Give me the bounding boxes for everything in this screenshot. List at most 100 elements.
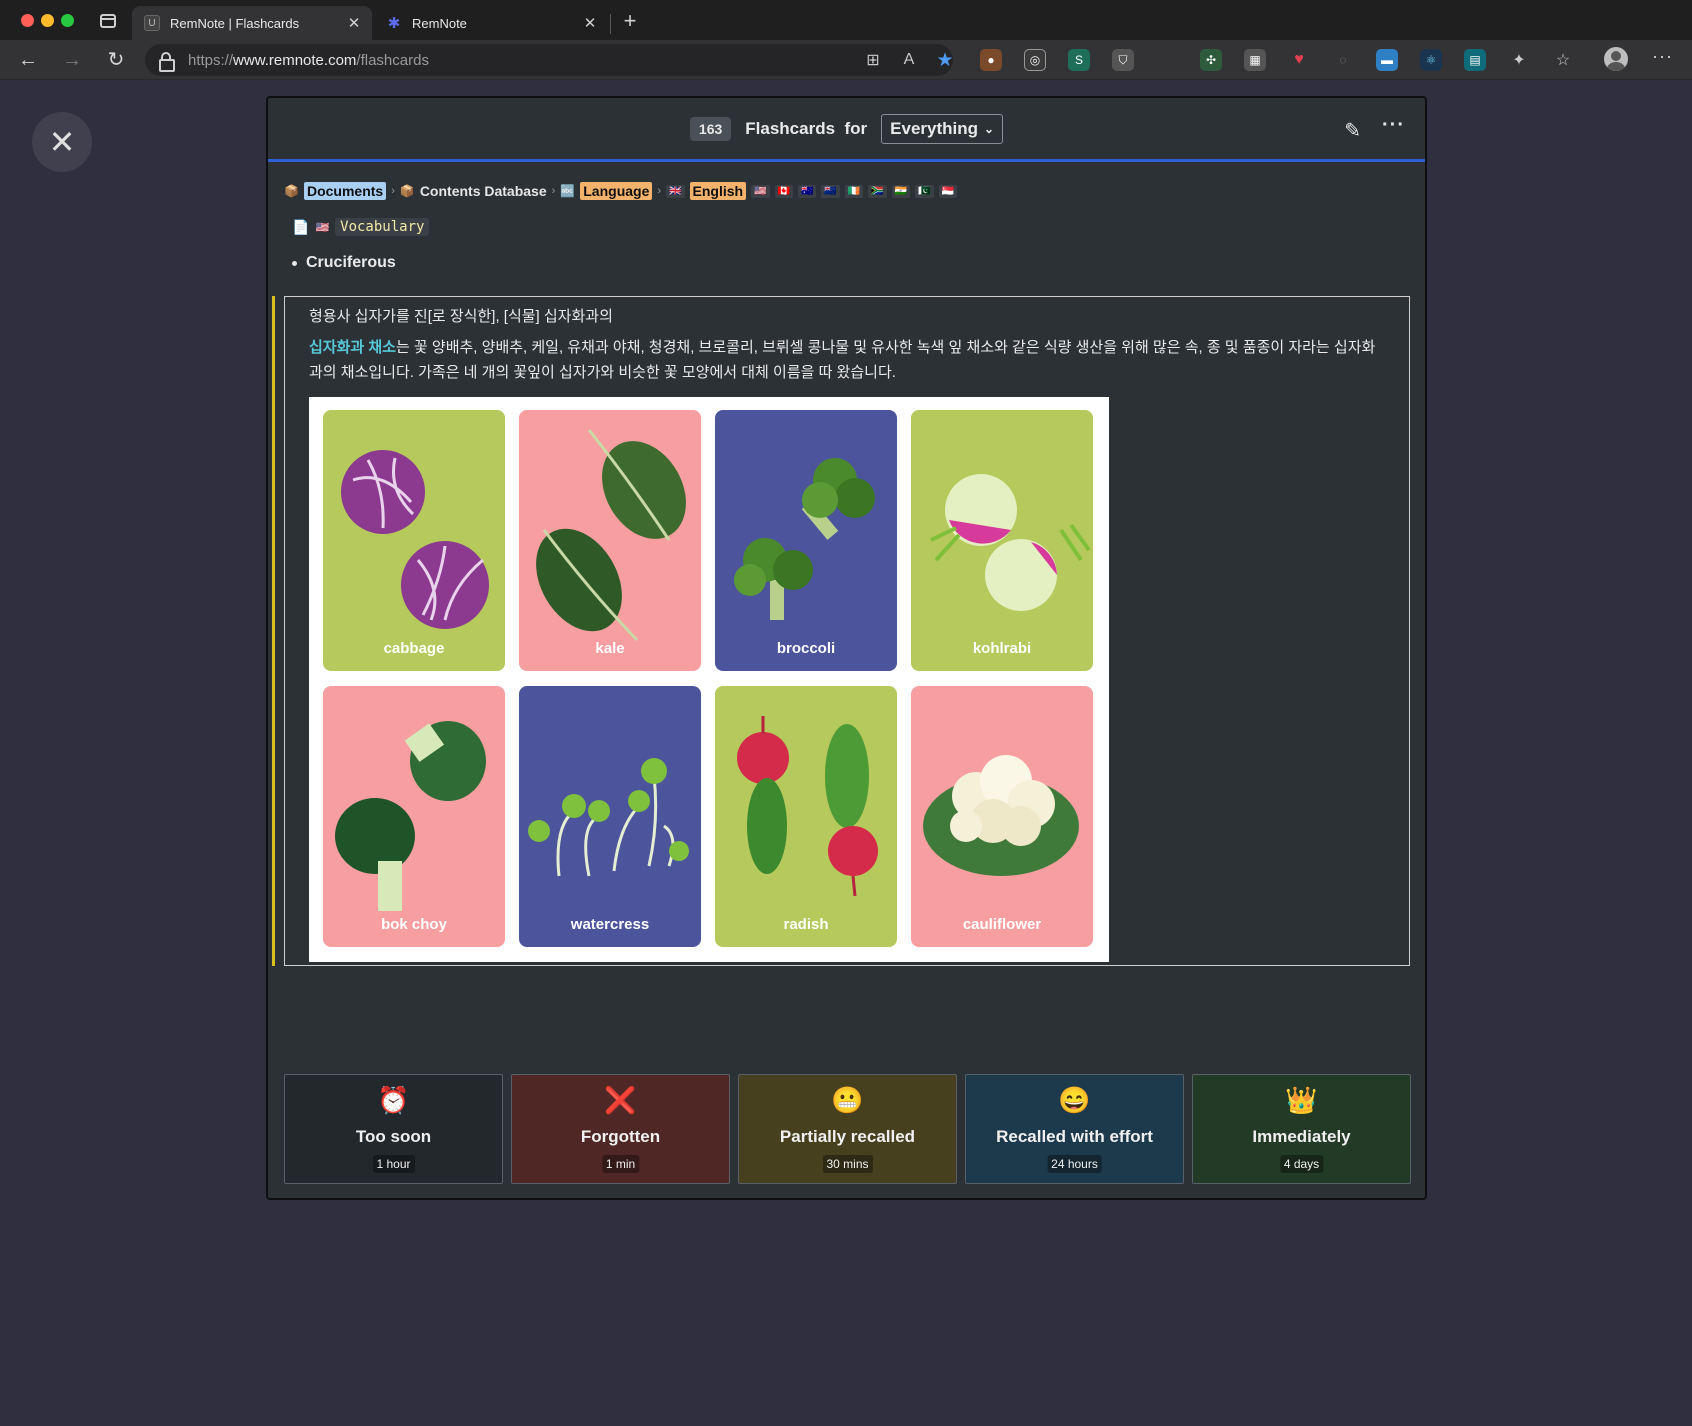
grade-interval: 4 days [1279,1155,1324,1173]
smiling-face-icon: 😄 [1058,1085,1091,1115]
extension-icon[interactable]: ▦ [1244,49,1266,71]
flag-icon[interactable]: 🇿🇦 [868,184,887,198]
flag-icon[interactable]: 🇳🇿 [821,184,840,198]
shield-icon[interactable]: ⛉ [1112,49,1134,71]
back-arrow-icon[interactable]: ← [14,46,42,74]
flag-icon[interactable]: 🇸🇬 [938,184,958,198]
reload-icon[interactable]: ↻ [102,46,130,74]
tab-actions-icon[interactable] [100,14,116,28]
kale-illustration [536,429,686,642]
grade-too-soon-button[interactable]: ⏰ Too soon 1 hour [284,1074,503,1184]
vegetable-label: broccoli [776,640,836,657]
breadcrumb-english[interactable]: English [689,182,747,200]
card-front: Cruciferous [292,254,396,272]
vegetable-label: radish [783,916,829,933]
close-tab-icon[interactable]: ✕ [578,14,602,32]
vegetable-label: kohlrabi [972,640,1032,657]
document-name: Vocabulary [335,218,430,236]
grade-label: Recalled with effort [996,1127,1153,1146]
modal-header: 163 Flashcards for Everything ⌄ ✎ ··· [268,98,1425,162]
browser-titlebar: U RemNote | Flashcards ✕ ✱ RemNote ✕ + [0,0,1692,40]
vegetable-label: cauliflower [962,916,1042,933]
cauliflower-illustration [923,755,1079,876]
grade-interval: 1 min [601,1155,640,1173]
forward-arrow-icon[interactable]: → [58,46,86,74]
extension-icon[interactable]: ✣ [1200,49,1222,71]
cross-mark-icon: ❌ [604,1085,637,1115]
window-zoom-button[interactable] [61,14,74,27]
breadcrumb-contents-database[interactable]: Contents Database [420,183,547,199]
more-options-icon[interactable]: ··· [1382,114,1405,137]
card-answer: 형용사 십자가를 진[로 장식한], [식물] 십자화과의 십자화과 채소는 꽃… [284,296,1410,966]
extension-icon[interactable]: ▬ [1376,49,1398,71]
browser-toolbar: ← → ↻ https://www.remnote.com/flashcards… [0,40,1692,80]
scope-value: Everything [890,118,979,138]
box-icon: 📦 [399,184,415,198]
vegetable-card: bok choy [323,686,505,947]
crown-icon: 👑 [1285,1085,1318,1115]
flag-icon[interactable]: 🇨🇦 [774,184,793,198]
extensions-puzzle-icon[interactable]: ✦ [1508,49,1530,71]
answer-indicator-bar [272,296,275,966]
grade-label: Partially recalled [779,1127,916,1146]
extensions-bar: ● ◎ S ⛉ ✣ ▦ ♥ ◌ ▬ ⚛ ▤ ✦ ☆ [980,48,1596,72]
lock-icon[interactable] [159,52,175,72]
tab-remnote-flashcards[interactable]: U RemNote | Flashcards ✕ [132,6,372,40]
grade-label: Forgotten [580,1127,661,1146]
flag-icon[interactable]: 🇺🇸 [751,184,770,198]
grimacing-face-icon: 😬 [831,1085,864,1115]
card-count-badge: 163 [689,116,732,141]
address-bar-tools: ⊞ A ★ [862,44,956,76]
remnote-paw-icon: ✱ [387,15,401,32]
flag-icon[interactable]: 🇮🇪 [844,184,864,198]
favorite-star-icon[interactable]: ★ [934,49,956,72]
profile-avatar[interactable] [1604,47,1628,71]
extension-icon[interactable]: S [1068,49,1090,71]
favorites-icon[interactable]: ☆ [1552,49,1574,71]
extension-icon[interactable] [1156,49,1178,71]
breadcrumb-separator-icon: › [551,185,556,197]
breadcrumb-documents[interactable]: Documents [303,182,387,200]
vegetable-card: kale [519,410,701,671]
heart-icon[interactable]: ♥ [1288,49,1310,71]
pencil-icon[interactable]: ✎ [1344,118,1361,143]
extension-icon[interactable]: ● [980,49,1002,71]
definition-highlight: 십자화과 채소 [309,339,396,356]
tab-remnote[interactable]: ✱ RemNote ✕ [374,6,608,40]
browser-menu-icon[interactable]: ··· [1652,46,1673,67]
flag-icon[interactable]: 🇮🇳 [891,184,911,198]
grade-forgotten-button[interactable]: ❌ Forgotten 1 min [511,1074,730,1184]
document-reference[interactable]: 📄 🇺🇸 Vocabulary [292,218,430,236]
breadcrumb-separator-icon: › [657,185,662,197]
breadcrumb-language[interactable]: Language [580,182,653,200]
read-aloud-icon[interactable]: A [898,51,920,69]
window-minimize-button[interactable] [41,14,54,27]
alarm-clock-icon: ⏰ [377,1085,410,1115]
card-front-text: Cruciferous [306,254,396,271]
window-close-button[interactable] [21,14,34,27]
react-icon[interactable]: ⚛ [1420,49,1442,71]
tab-separator [610,14,611,34]
vegetable-label: bok choy [381,916,447,933]
tab-title: RemNote [412,15,467,31]
extension-icon[interactable]: ◌ [1332,49,1354,71]
close-tab-icon[interactable]: ✕ [342,14,366,32]
vegetable-card: kohlrabi [911,410,1093,671]
close-queue-button[interactable]: ✕ [32,112,92,172]
grade-immediately-button[interactable]: 👑 Immediately 4 days [1192,1074,1411,1184]
flag-icon[interactable]: 🇵🇰 [915,184,934,198]
grade-recalled-with-effort-button[interactable]: 😄 Recalled with effort 24 hours [965,1074,1184,1184]
app-available-icon[interactable]: ⊞ [862,50,884,70]
part-of-speech: 형용사 십자가를 진[로 장식한], [식물] 십자화과의 [309,308,613,325]
address-bar[interactable]: https://www.remnote.com/flashcards [145,44,953,76]
grade-partially-recalled-button[interactable]: 😬 Partially recalled 30 mins [738,1074,957,1184]
watercress-illustration [528,758,689,877]
extension-icon[interactable]: ◎ [1024,49,1046,71]
box-icon: 📦 [284,184,299,198]
flag-icon[interactable]: 🇦🇺 [797,184,817,198]
url-text[interactable]: https://www.remnote.com/flashcards [188,52,429,69]
new-tab-button[interactable]: + [618,8,642,34]
document-icon: 📄 [292,218,310,235]
extension-icon[interactable]: ▤ [1464,49,1486,71]
scope-dropdown[interactable]: Everything ⌄ [881,113,1004,144]
